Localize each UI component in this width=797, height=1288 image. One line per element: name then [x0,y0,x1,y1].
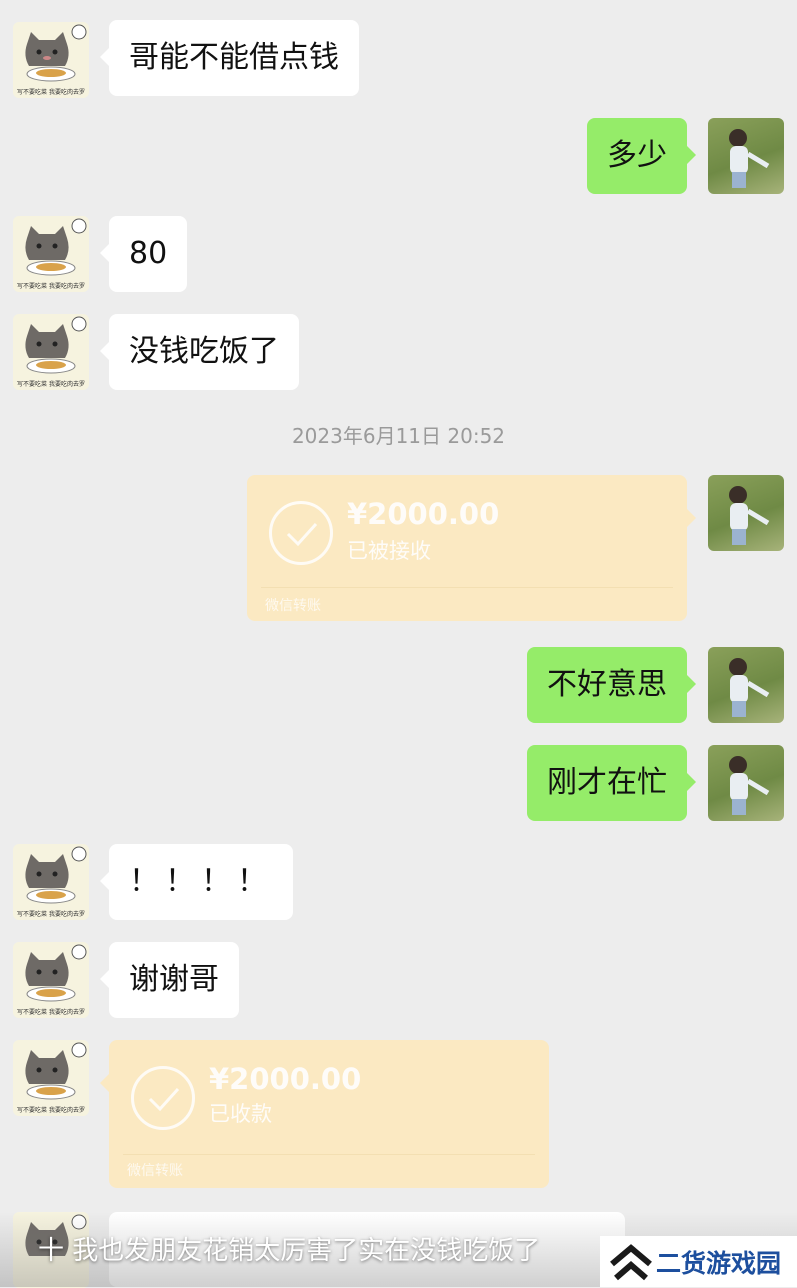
transfer-card[interactable]: ¥2000.00 已收款 微信转账 [100,1040,549,1188]
avatar-caption: 写不要吃菜 我要吃肉去罗 [17,89,85,96]
message-bubble[interactable]: 不好意思 [527,647,696,723]
message-timestamp: 2023年6月11日 20:52 [291,424,506,448]
avatar-caption: 写不要吃菜 我要吃肉去罗 [17,911,85,918]
self-avatar[interactable] [708,745,784,821]
message-bubble[interactable]: 没钱吃饭了 [100,314,299,390]
watermark-text: 二货游戏园 [656,1249,782,1278]
transfer-status: 已收款 [209,1102,272,1126]
person-icon [729,486,770,545]
check-circle-icon [269,501,333,565]
message-bubble[interactable]: 刚才在忙 [527,745,696,821]
self-avatar[interactable] [708,475,784,551]
message-bubble[interactable]: 谢谢哥 [100,942,239,1018]
person-icon [729,129,770,188]
divider [123,1154,535,1155]
avatar-caption: 写不要吃菜 我要吃肉去罗 [17,1009,85,1016]
message-bubble[interactable]: 哥能不能借点钱 [100,20,359,96]
friend-avatar[interactable]: 写不要吃菜 我要吃肉去罗 [13,942,89,1018]
transfer-amount: ¥2000.00 [347,497,500,531]
person-icon [729,658,770,717]
transfer-status: 已被接收 [347,539,431,563]
divider [261,587,673,588]
video-caption: 十 我也发朋友花销太厉害了实在没钱吃饭了 [38,1236,541,1266]
check-circle-icon [131,1066,195,1130]
avatar-caption: 写不要吃菜 我要吃肉去罗 [17,381,85,388]
transfer-source: 微信转账 [265,598,321,614]
transfer-card[interactable]: ¥2000.00 已被接收 微信转账 [247,475,696,621]
friend-avatar[interactable]: 写不要吃菜 我要吃肉去罗 [13,1040,89,1116]
message-bubble[interactable]: 80 [99,216,188,292]
message-bubble[interactable]: 多少 [587,118,696,194]
double-chevron-up-icon [610,1244,652,1281]
transfer-amount: ¥2000.00 [209,1062,362,1096]
transfer-source: 微信转账 [127,1163,183,1179]
avatar-caption: 写不要吃菜 我要吃肉去罗 [17,1107,85,1114]
message-bubble[interactable]: ！！！！ [100,844,293,920]
friend-avatar[interactable]: 写不要吃菜 我要吃肉去罗 [13,22,89,98]
person-icon [729,756,770,815]
friend-avatar[interactable]: 写不要吃菜 我要吃肉去罗 [13,314,89,390]
avatar-caption: 写不要吃菜 我要吃肉去罗 [17,283,85,290]
self-avatar[interactable] [708,647,784,723]
self-avatar[interactable] [708,118,784,194]
friend-avatar[interactable]: 写不要吃菜 我要吃肉去罗 [13,216,89,292]
watermark: 二货游戏园 [600,1236,797,1287]
friend-avatar[interactable]: 写不要吃菜 我要吃肉去罗 [13,844,89,920]
